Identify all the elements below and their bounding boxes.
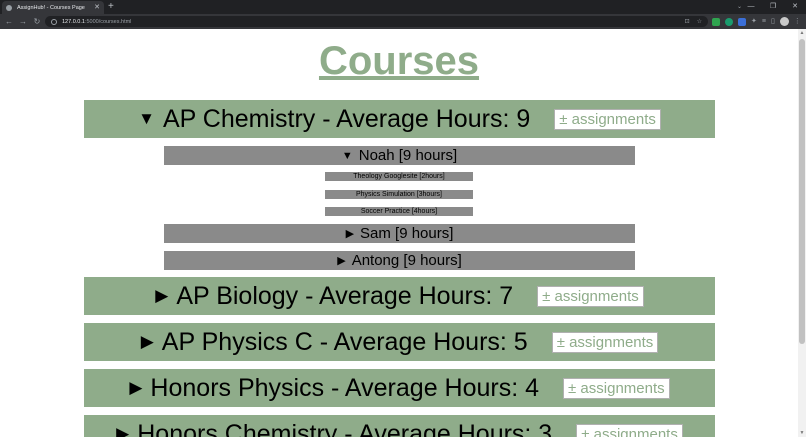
course-title: Honors Physics - Average Hours: 4 [150, 373, 540, 402]
menu-icon[interactable]: ⋮ [794, 18, 801, 26]
assignment-item: Theology Googlesite [2hours] [325, 172, 473, 181]
extensions-area: ✦ ≡ ▯ ⋮ [712, 16, 801, 27]
assignment-item: Soccer Practice [4hours] [325, 207, 473, 216]
install-icon[interactable]: ⊡ [685, 18, 690, 25]
address-bar[interactable]: 127.0.0.1 :5000/courses.html ⊡ ☆ [45, 16, 708, 27]
triangle-down-icon[interactable]: ▼ [138, 109, 155, 129]
browser-tabstrip: AssignHub! - Courses Page ✕ + ⌄ — ❐ ✕ [0, 0, 806, 14]
url-host: 127.0.0.1 [62, 18, 85, 25]
course-title: AP Biology - Average Hours: 7 [176, 281, 514, 310]
course-honors-physics[interactable]: ▶ Honors Physics - Average Hours: 4 ± as… [84, 369, 715, 407]
triangle-right-icon[interactable]: ▶ [155, 286, 168, 306]
student-label: Antong [9 hours] [351, 252, 462, 269]
course-title: AP Physics C - Average Hours: 5 [161, 327, 528, 356]
dev-extension-icon[interactable] [738, 17, 746, 26]
student-antong[interactable]: ▶ Antong [9 hours] [164, 251, 635, 270]
url-path: :5000/courses.html [84, 18, 132, 25]
tab-title: AssignHub! - Courses Page [17, 4, 85, 11]
course-ap-chemistry[interactable]: ▼ AP Chemistry - Average Hours: 9 ± assi… [84, 100, 715, 138]
triangle-right-icon[interactable]: ▶ [116, 424, 129, 437]
course-title: AP Chemistry - Average Hours: 9 [162, 104, 531, 133]
reload-icon[interactable]: ↻ [30, 14, 44, 29]
student-noah[interactable]: ▼ Noah [9 hours] [164, 146, 635, 165]
star-icon[interactable]: ☆ [697, 18, 702, 25]
toggle-assignments-button[interactable]: ± assignments [576, 423, 683, 437]
browser-toolbar: ← → ↻ 127.0.0.1 :5000/courses.html ⊡ ☆ [0, 14, 806, 29]
triangle-right-icon[interactable]: ▶ [141, 332, 154, 352]
close-window-icon[interactable]: ✕ [784, 0, 806, 14]
scrollbar-thumb[interactable] [799, 39, 805, 344]
page-viewport: Courses ▼ AP Chemistry - Average Hours: … [0, 29, 798, 437]
course-honors-chemistry[interactable]: ▶ Honors Chemistry - Average Hours: 3 ± … [84, 415, 715, 437]
close-icon[interactable]: ✕ [94, 4, 100, 11]
minimize-icon[interactable]: — [740, 0, 762, 14]
vertical-scrollbar[interactable]: ▲ ▼ [798, 29, 806, 437]
info-icon[interactable] [51, 18, 57, 25]
assignment-item: Physics Simulation [3hours] [325, 190, 473, 199]
triangle-down-icon[interactable]: ▼ [342, 150, 353, 162]
triangle-right-icon[interactable]: ▶ [129, 378, 142, 398]
toggle-assignments-button[interactable]: ± assignments [554, 108, 661, 130]
restore-icon[interactable]: ❐ [762, 0, 784, 14]
course-ap-physics-c[interactable]: ▶ AP Physics C - Average Hours: 5 ± assi… [84, 323, 715, 361]
profile-avatar[interactable] [779, 17, 789, 26]
window-controls: — ❐ ✕ [740, 0, 806, 14]
triangle-right-icon[interactable]: ▶ [346, 227, 354, 240]
student-label: Sam [9 hours] [360, 225, 454, 242]
student-sam[interactable]: ▶ Sam [9 hours] [164, 224, 635, 243]
page-title: Courses [318, 39, 480, 83]
toggle-assignments-button[interactable]: ± assignments [551, 331, 659, 353]
toggle-assignments-button[interactable]: ± assignments [563, 377, 670, 399]
student-label: Noah [9 hours] [358, 147, 458, 164]
extensions-puzzle-icon[interactable]: ✦ [751, 18, 757, 26]
scroll-down-icon[interactable]: ▼ [799, 430, 805, 436]
reading-list-icon[interactable]: ≡ [762, 18, 766, 26]
scroll-up-icon[interactable]: ▲ [799, 30, 805, 36]
toggle-assignments-button[interactable]: ± assignments [537, 285, 644, 307]
shield-extension-icon[interactable] [712, 17, 720, 26]
favicon-icon [6, 4, 12, 11]
forward-icon[interactable]: → [16, 14, 30, 29]
course-title: Honors Chemistry - Average Hours: 3 [137, 419, 553, 437]
grammar-extension-icon[interactable] [725, 17, 733, 26]
back-icon[interactable]: ← [2, 14, 16, 29]
browser-tab[interactable]: AssignHub! - Courses Page ✕ [2, 1, 104, 14]
course-ap-biology[interactable]: ▶ AP Biology - Average Hours: 7 ± assign… [84, 277, 715, 315]
sidebar-icon[interactable]: ▯ [771, 18, 775, 26]
triangle-right-icon[interactable]: ▶ [337, 254, 345, 267]
new-tab-icon[interactable]: + [108, 1, 114, 13]
